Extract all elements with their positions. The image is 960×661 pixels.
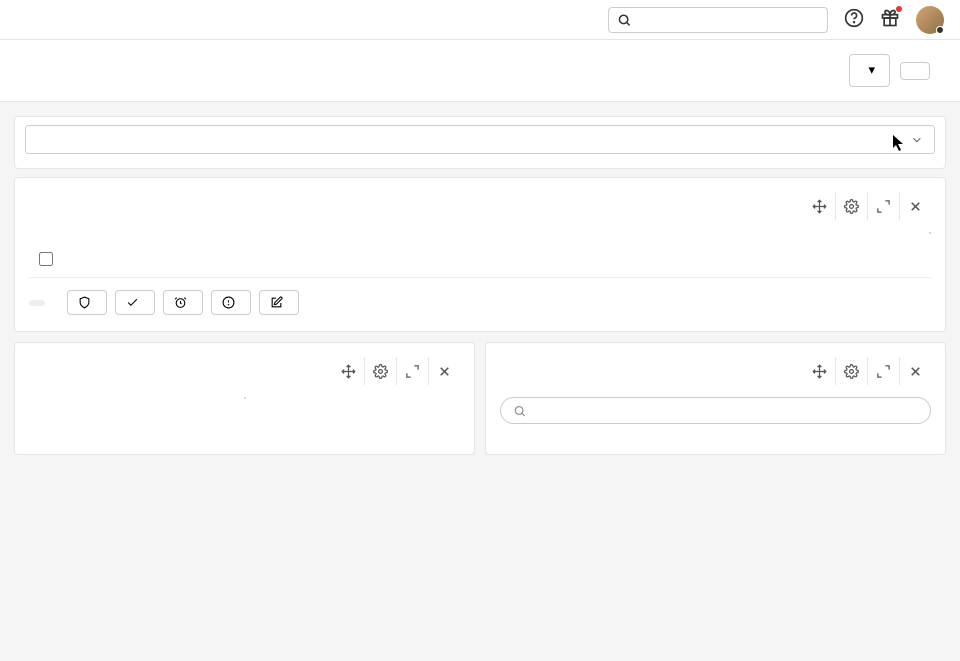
gear-icon[interactable] (835, 357, 867, 385)
search-icon (513, 404, 526, 418)
expand-icon[interactable] (396, 357, 428, 385)
select-all-checkbox[interactable] (39, 252, 53, 266)
oncall-search[interactable] (500, 397, 931, 424)
expand-icon[interactable] (867, 192, 899, 220)
selected-count (29, 300, 45, 306)
incidents-table-header (29, 244, 931, 278)
filter-card (14, 116, 946, 169)
service-activity-module (14, 342, 475, 455)
global-search-input[interactable] (637, 12, 819, 27)
bulk-action-bar (29, 290, 931, 315)
gear-icon[interactable] (835, 192, 867, 220)
close-icon[interactable] (428, 357, 460, 385)
resolve-button[interactable] (115, 290, 155, 315)
page-header: ▾ (0, 40, 960, 102)
user-avatar[interactable] (916, 6, 944, 34)
global-search[interactable] (608, 7, 828, 33)
change-priority-button[interactable] (211, 290, 251, 315)
close-icon[interactable] (899, 192, 931, 220)
snooze-button[interactable] (163, 290, 203, 315)
filter-input[interactable] (36, 132, 910, 147)
fullscreen-button[interactable] (900, 62, 930, 80)
chevron-down-icon[interactable] (910, 133, 924, 147)
oncall-module (485, 342, 946, 455)
top-nav (0, 0, 960, 40)
move-icon[interactable] (803, 192, 835, 220)
oncall-search-input[interactable] (532, 403, 918, 418)
search-icon (617, 12, 631, 28)
acknowledge-button[interactable] (67, 290, 107, 315)
incidents-module (14, 177, 946, 332)
help-icon[interactable] (844, 8, 864, 32)
gift-icon[interactable] (880, 8, 900, 32)
move-icon[interactable] (332, 357, 364, 385)
expand-icon[interactable] (867, 357, 899, 385)
time-range-selector (244, 397, 246, 399)
filter-input-wrap[interactable] (25, 125, 935, 154)
urgency-filter (929, 232, 931, 234)
add-note-button[interactable] (259, 290, 299, 315)
gear-icon[interactable] (364, 357, 396, 385)
add-module-button[interactable]: ▾ (849, 54, 890, 87)
move-icon[interactable] (803, 357, 835, 385)
close-icon[interactable] (899, 357, 931, 385)
